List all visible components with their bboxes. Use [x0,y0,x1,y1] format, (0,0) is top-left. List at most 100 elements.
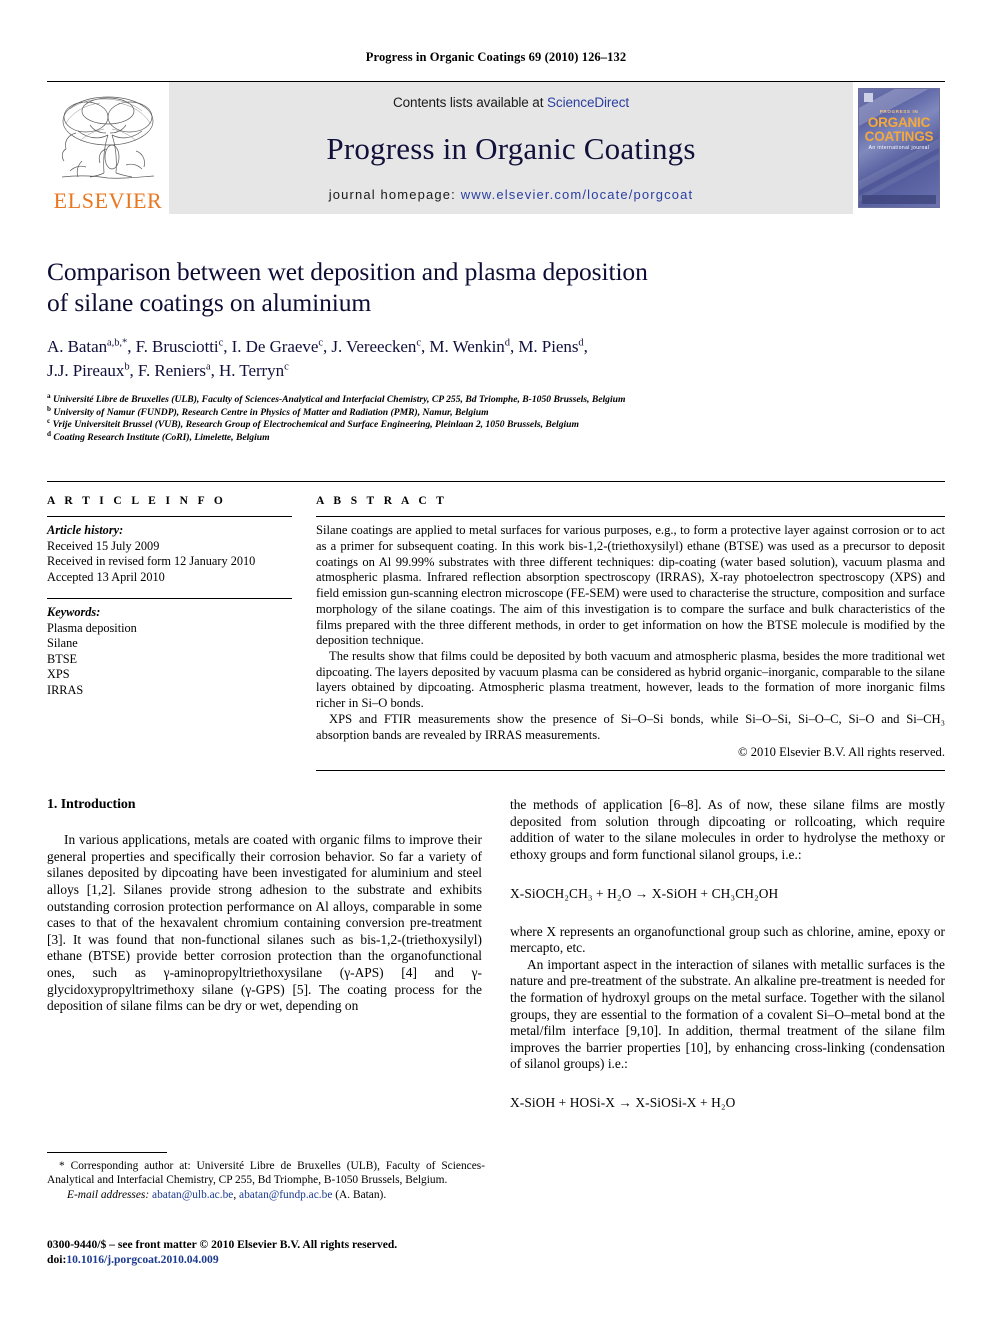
cover-title-line1: ORGANIC [867,115,931,130]
intro-paragraph-right-3: An important aspect in the interaction o… [510,956,945,1072]
intro-paragraph-right-1: the methods of application [6–8]. As of … [510,797,945,862]
info-and-abstract: A R T I C L E I N F O Article history: R… [47,481,945,772]
article-history-item: Received in revised form 12 January 2010 [47,554,256,569]
abstract-paragraph: XPS and FTIR measurements show the prese… [316,711,945,742]
elsevier-logo: ELSEVIER [47,82,169,214]
elsevier-wordmark: ELSEVIER [53,188,163,213]
author-name: J.J. Pireaux [47,361,125,380]
cover-top-label: PROGRESS IN [879,109,919,114]
title-line-1: Comparison between wet deposition and pl… [47,257,648,286]
author-affil-mark: a,b,* [107,337,128,349]
author-name: F. Reniers [137,361,206,380]
body-column-right: the methods of application [6–8]. As of … [510,797,945,1133]
author-name: I. De Graeve [231,337,319,356]
contents-prefix: Contents lists available at [392,95,548,110]
abstract-column: A B S T R A C T Silane coatings are appl… [316,495,945,772]
email-attribution: (A. Batan). [335,1188,387,1201]
author-affil-mark: c [284,361,289,373]
intro-paragraph-left: In various applications, metals are coat… [47,832,482,1015]
email-label: E-mail addresses: [67,1188,150,1201]
cover-title-line2: COATINGS [864,128,934,144]
author-name: J. Vereecken [331,337,417,356]
contents-available-line: Contents lists available at ScienceDirec… [393,95,629,110]
journal-title: Progress in Organic Coatings [326,131,696,166]
keyword-item: Plasma deposition [47,620,137,635]
affiliation-item: a Université Libre de Bruxelles (ULB), F… [47,391,945,407]
author-name: H. Terryn [218,361,285,380]
affiliation-text: University of Namur (FUNDP), Research Ce… [53,406,489,418]
running-head: Progress in Organic Coatings 69 (2010) 1… [365,50,627,64]
keyword-item: Silane [47,636,78,651]
author-affil-mark: d [578,337,584,349]
affiliation-text: Coating Research Institute (CoRI), Limel… [53,431,270,443]
article-info-column: A R T I C L E I N F O Article history: R… [47,495,292,771]
abstract-paragraph: The results show that films could be dep… [316,649,945,711]
cover-title: ORGANIC COATINGS [859,116,939,143]
divider [316,516,945,518]
author-list: A. Batana,b,*, F. Brusciottic, I. De Gra… [47,337,588,380]
sciencedirect-link[interactable]: ScienceDirect [547,95,629,110]
affiliation-text: Vrije Universiteit Brussel (VUB), Resear… [52,419,579,431]
keyword-item: XPS [47,667,70,682]
intro-paragraph-right-2: where X represents an organofunctional g… [510,923,945,956]
author-affil-mark: c [218,337,224,349]
email-link-1[interactable]: abatan@ulb.ac.be [152,1189,233,1201]
cover-emblem-icon [864,93,873,102]
affiliation-item: d Coating Research Institute (CoRI), Lim… [47,429,945,445]
author-name: F. Brusciotti [135,337,219,356]
elsevier-tree-icon [61,96,155,179]
journal-cover-image: PROGRESS IN ORGANIC COATINGS An internat… [858,88,940,208]
intro-left-text: In various applications, metals are coat… [47,832,482,1014]
issn-line: 0300-9440/$ – see front matter © 2010 El… [47,1238,398,1251]
doi-line: doi:10.1016/j.porgcoat.2010.04.009 [47,1253,487,1268]
issn-copyright-block: 0300-9440/$ – see front matter © 2010 El… [47,1238,487,1267]
author-affil-mark: c [416,337,422,349]
masthead-center-band: Contents lists available at ScienceDirec… [169,82,853,214]
author-name: M. Wenkin [429,337,505,356]
page-title: Comparison between wet deposition and pl… [47,256,945,318]
affiliation-text: Université Libre de Bruxelles (ULB), Fac… [53,394,626,405]
article-info-heading: A R T I C L E I N F O [47,495,227,508]
affiliation-mark: c [47,417,51,425]
equation-hydrolysis: X-SiOCH₂CH₃ + H₂O → X-SiOH + CH₃CH₂OH [510,885,779,901]
corresponding-author-note: * Corresponding author at: Université Li… [47,1160,485,1186]
article-history-item: Accepted 13 April 2010 [47,569,165,584]
doi-link[interactable]: 10.1016/j.porgcoat.2010.04.009 [66,1253,218,1266]
homepage-url-link[interactable]: www.elsevier.com/locate/porgcoat [461,187,694,202]
keyword-item: BTSE [47,651,78,666]
journal-homepage-line: journal homepage: www.elsevier.com/locat… [329,187,694,202]
abstract-heading: A B S T R A C T [316,495,448,508]
divider [316,770,945,772]
author-affil-mark: c [318,337,323,349]
keywords-label: Keywords: [47,605,101,620]
keyword-item: IRRAS [47,682,84,697]
cover-footer-bar [862,195,936,204]
divider [47,598,292,600]
section-heading-introduction: 1. Introduction [47,797,136,813]
email-addresses-line: E-mail addresses: abatan@ulb.ac.be, abat… [67,1188,387,1201]
affiliation-item: b University of Namur (FUNDP), Research … [47,405,945,420]
abstract-paragraph: Silane coatings are applied to metal sur… [316,523,945,648]
cover-subtitle: An international journal [868,145,930,151]
author-affil-mark: a [205,361,211,373]
body-columns: 1. Introduction In various applications,… [47,797,945,1133]
journal-masthead: ELSEVIER Contents lists available at Sci… [47,81,945,214]
homepage-prefix: journal homepage: [328,187,461,202]
email-link-2[interactable]: abatan@fundp.ac.be [239,1189,332,1201]
author-name: A. Batan [47,337,108,356]
article-history-label: Article history: [47,523,124,538]
equation-condensation: X-SiOH + HOSi-X → X-SiOSi-X + H₂O [510,1094,736,1110]
author-affil-mark: b [124,361,130,373]
divider [47,516,292,518]
affiliation-mark: d [47,429,51,438]
body-column-left: 1. Introduction In various applications,… [47,797,482,1133]
journal-cover-thumbnail: PROGRESS IN ORGANIC COATINGS An internat… [853,82,945,214]
affiliation-item: c Vrije Universiteit Brussel (VUB), Rese… [47,417,945,432]
title-block: Comparison between wet deposition and pl… [47,256,945,444]
author-affil-mark: d [504,337,510,349]
affiliation-mark: a [47,391,51,400]
doi-prefix: doi: [47,1252,67,1266]
affiliation-list: a Université Libre de Bruxelles (ULB), F… [47,391,945,445]
author-name: M. Piens [518,337,579,356]
